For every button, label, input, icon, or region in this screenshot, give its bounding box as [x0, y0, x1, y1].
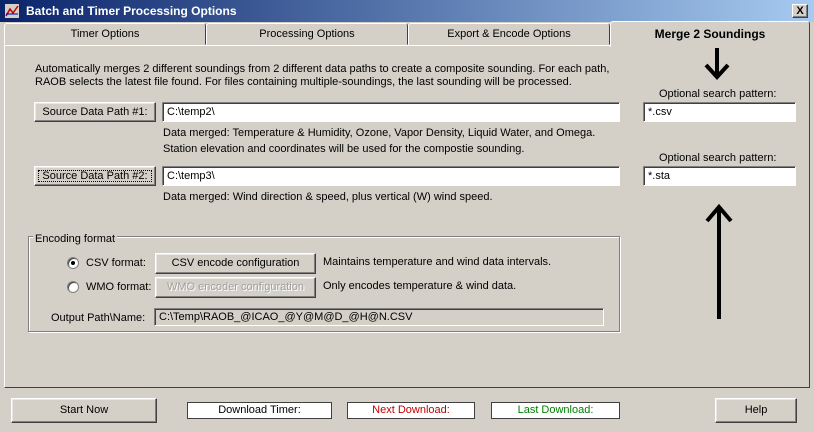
output-path-label: Output Path\Name: [51, 312, 146, 324]
radio-selected-dot [71, 261, 75, 265]
app-icon [5, 4, 19, 18]
output-path-input[interactable]: C:\Temp\RAOB_@ICAO_@Y@M@D_@H@N.CSV [154, 308, 604, 326]
tab-merge-2-soundings[interactable]: Merge 2 Soundings [610, 21, 810, 47]
arrow-down-icon [704, 48, 730, 80]
search-pattern-1-label: Optional search pattern: [659, 88, 777, 100]
tab-processing-options[interactable]: Processing Options [206, 23, 408, 45]
next-download-status: Next Download: [347, 402, 475, 419]
arrow-up-icon [705, 203, 733, 319]
search-pattern-1-input[interactable]: *.csv [643, 102, 796, 122]
description-line-1: Automatically merges 2 different soundin… [35, 63, 610, 75]
source-data-path-2-input[interactable]: C:\temp3\ [162, 166, 620, 186]
help-button[interactable]: Help [715, 398, 797, 423]
csv-encode-configuration-button[interactable]: CSV encode configuration [155, 253, 316, 274]
source-data-path-2-button[interactable]: Source Data Path #2: [34, 166, 156, 186]
wmo-format-note: Only encodes temperature & wind data. [323, 280, 517, 292]
search-pattern-2-input[interactable]: *.sta [643, 166, 796, 186]
search-pattern-2-label: Optional search pattern: [659, 152, 777, 164]
close-button[interactable]: X [792, 4, 808, 18]
start-now-button[interactable]: Start Now [11, 398, 157, 423]
wmo-encoder-configuration-button[interactable]: WMO encoder configuration [155, 277, 316, 298]
source-data-path-1-input[interactable]: C:\temp2\ [162, 102, 620, 122]
tab-export-encode-options[interactable]: Export & Encode Options [408, 23, 610, 45]
tab-timer-options[interactable]: Timer Options [4, 23, 206, 45]
wmo-format-radio[interactable] [67, 281, 79, 293]
source-1-info-line-1: Data merged: Temperature & Humidity, Ozo… [163, 127, 596, 139]
window-title: Batch and Timer Processing Options [26, 4, 237, 18]
source-1-info-line-2: Station elevation and coordinates will b… [163, 143, 525, 155]
csv-format-note: Maintains temperature and wind data inte… [323, 256, 552, 268]
description-line-2: RAOB selects the latest file found. For … [35, 76, 572, 88]
window-titlebar: Batch and Timer Processing Options X [0, 0, 814, 22]
source-2-info-line-1: Data merged: Wind direction & speed, plu… [163, 191, 493, 203]
source-data-path-1-button[interactable]: Source Data Path #1: [34, 102, 156, 122]
wmo-format-label[interactable]: WMO format: [86, 281, 151, 293]
csv-format-label[interactable]: CSV format: [86, 257, 146, 269]
csv-format-radio[interactable] [67, 257, 79, 269]
encoding-format-legend: Encoding format [33, 233, 118, 245]
last-download-status: Last Download: [491, 402, 620, 419]
download-timer-status: Download Timer: [187, 402, 332, 419]
